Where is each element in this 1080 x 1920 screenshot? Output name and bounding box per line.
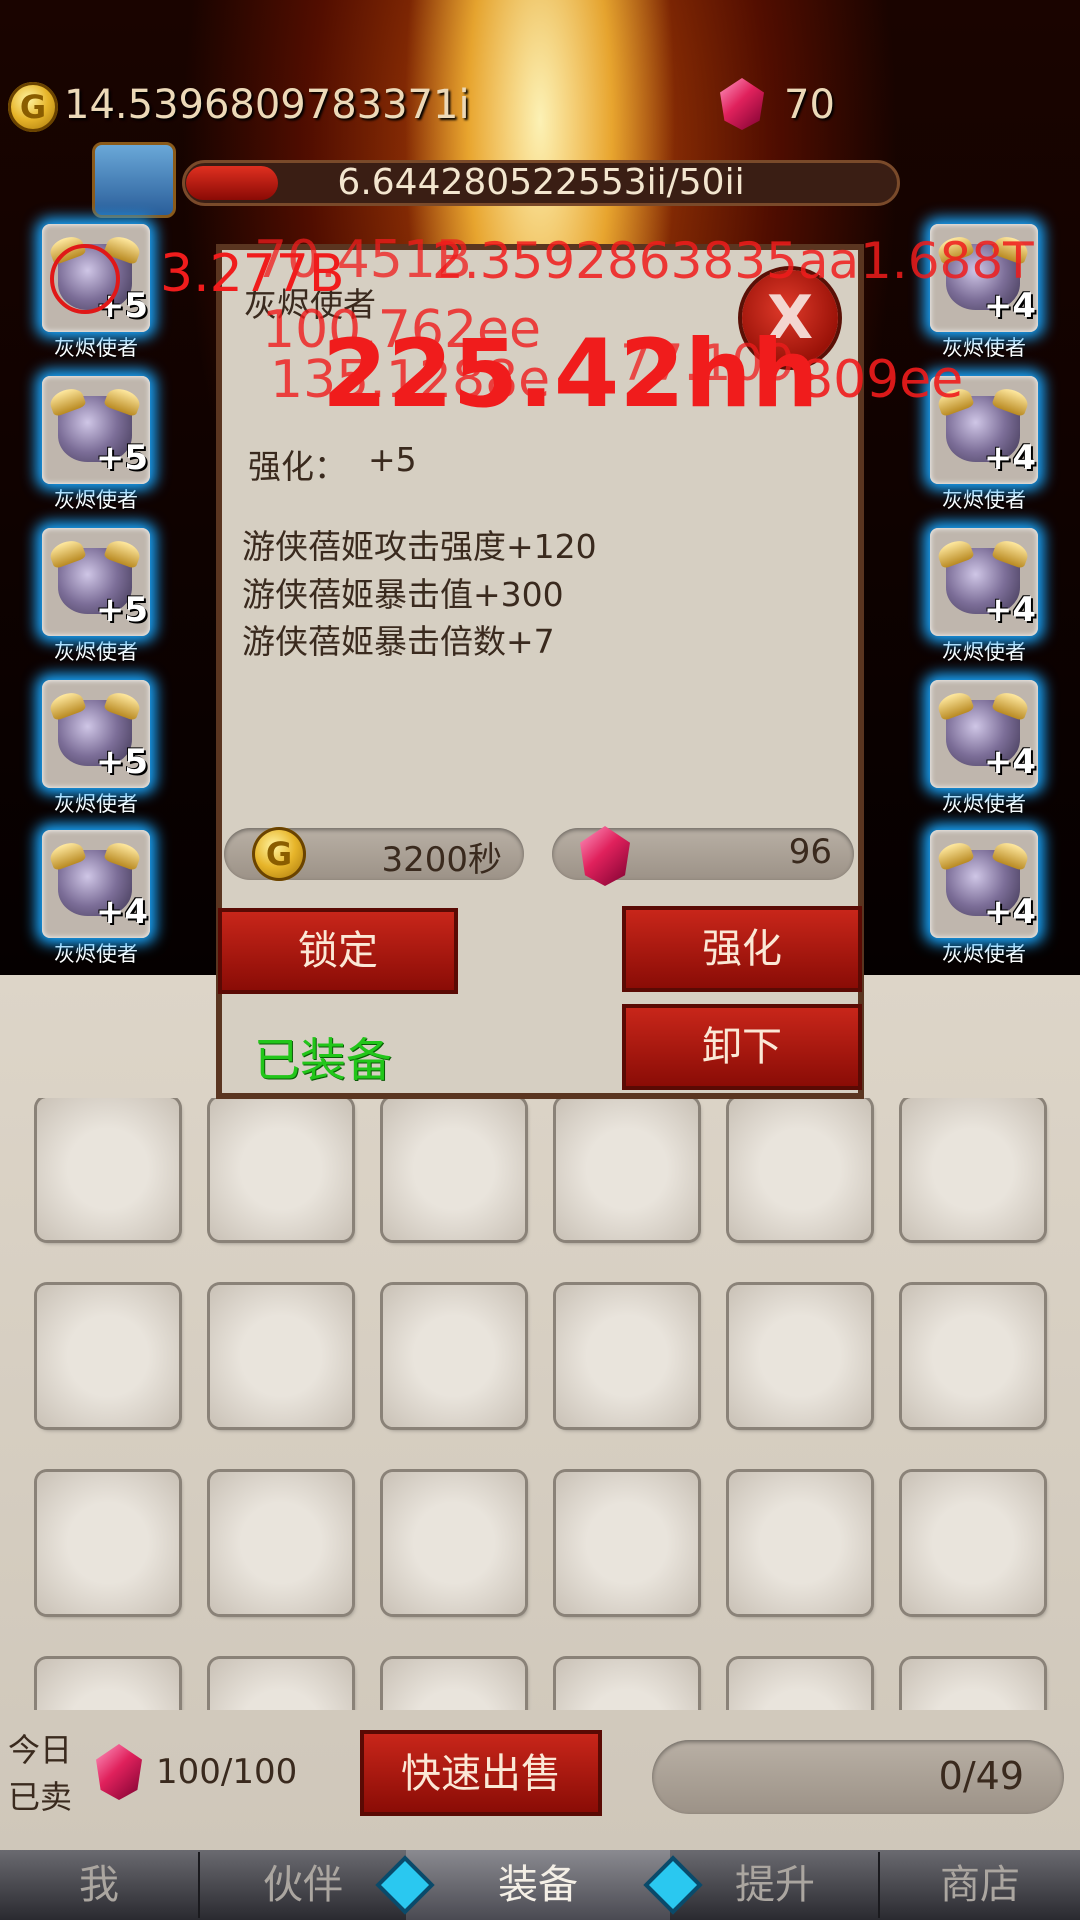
equip-slot-right-5[interactable]: +4 灰烬使者 bbox=[930, 830, 1049, 968]
inventory-cell[interactable] bbox=[556, 1659, 698, 1710]
inventory-cell[interactable] bbox=[210, 1659, 352, 1710]
slot-frame: +5 bbox=[42, 376, 150, 484]
item-stat: 游侠蓓姬暴击值+300 bbox=[242, 575, 564, 614]
inventory-cell[interactable] bbox=[902, 1285, 1044, 1427]
inventory-cell[interactable] bbox=[37, 1098, 179, 1240]
inventory-cell[interactable] bbox=[37, 1472, 179, 1614]
tab-equipment[interactable]: 装备 bbox=[406, 1850, 670, 1920]
slot-name: 灰烬使者 bbox=[942, 942, 1026, 966]
gold-coin-icon: G bbox=[8, 82, 58, 132]
sold-count: 100/100 bbox=[156, 1752, 298, 1792]
slot-name: 灰烬使者 bbox=[54, 336, 138, 360]
equip-slot-left-5[interactable]: +4 灰烬使者 bbox=[42, 830, 161, 968]
inventory-cell[interactable] bbox=[383, 1285, 525, 1427]
upgrade-button[interactable]: 强化 bbox=[622, 906, 862, 992]
inventory-cell[interactable] bbox=[729, 1285, 871, 1427]
enhance-level-label: 强化： bbox=[248, 447, 347, 486]
stage-progress-text: 6.644280522553ii/50ii bbox=[337, 162, 745, 203]
inventory-cell[interactable] bbox=[556, 1472, 698, 1614]
equip-slot-left-4[interactable]: +5 灰烬使者 bbox=[42, 680, 161, 818]
sold-today-label: 已卖 bbox=[8, 1778, 73, 1816]
slot-level: +4 bbox=[983, 286, 1036, 326]
damage-number: 809ee bbox=[800, 350, 964, 410]
slot-level: +4 bbox=[983, 742, 1036, 782]
inventory-cell[interactable] bbox=[383, 1472, 525, 1614]
slot-name: 灰烬使者 bbox=[942, 792, 1026, 816]
slot-name: 灰烬使者 bbox=[54, 792, 138, 816]
slot-level: +4 bbox=[983, 438, 1036, 478]
tab-shop[interactable]: 商店 bbox=[880, 1850, 1080, 1920]
tab-me[interactable]: 我 bbox=[0, 1850, 198, 1920]
unequip-button[interactable]: 卸下 bbox=[622, 1004, 862, 1090]
slot-name: 灰烬使者 bbox=[54, 640, 138, 664]
gold-coin-icon: G bbox=[252, 827, 306, 881]
slot-frame: +4 bbox=[42, 830, 150, 938]
treasure-chest-icon[interactable] bbox=[92, 142, 176, 218]
slot-frame: +5 bbox=[42, 680, 150, 788]
inventory-cell[interactable] bbox=[37, 1285, 179, 1427]
damage-number: 2.3592863835aa bbox=[432, 232, 860, 290]
equip-slot-left-2[interactable]: +5 灰烬使者 bbox=[42, 376, 161, 514]
enhance-level-value: +5 bbox=[368, 440, 417, 479]
item-stat: 游侠蓓姬暴击倍数+7 bbox=[242, 622, 555, 661]
target-reticle-icon bbox=[50, 244, 120, 314]
inventory-cell[interactable] bbox=[37, 1659, 179, 1710]
tab-partners[interactable]: 伙伴 bbox=[200, 1850, 406, 1920]
inventory-cell[interactable] bbox=[729, 1472, 871, 1614]
equip-slot-right-3[interactable]: +4 灰烬使者 bbox=[930, 528, 1049, 666]
inventory-cell[interactable] bbox=[902, 1659, 1044, 1710]
slot-frame: +5 bbox=[42, 528, 150, 636]
inventory-grid[interactable] bbox=[0, 1098, 1080, 1710]
inventory-cell[interactable] bbox=[210, 1285, 352, 1427]
gem-amount: 70 bbox=[784, 82, 835, 128]
slot-level: +4 bbox=[983, 892, 1036, 932]
tab-upgrade[interactable]: 提升 bbox=[672, 1850, 878, 1920]
inventory-cell[interactable] bbox=[556, 1098, 698, 1240]
inventory-cell[interactable] bbox=[383, 1659, 525, 1710]
gold-amount: 14.5396809783371i bbox=[64, 82, 470, 128]
slot-name: 灰烬使者 bbox=[942, 488, 1026, 512]
slot-level: +5 bbox=[95, 438, 148, 478]
lock-button[interactable]: 锁定 bbox=[218, 908, 458, 994]
sold-today-label: 今日 bbox=[8, 1731, 73, 1769]
inventory-cell[interactable] bbox=[729, 1098, 871, 1240]
inventory-cell[interactable] bbox=[383, 1098, 525, 1240]
inventory-cell[interactable] bbox=[729, 1659, 871, 1710]
slot-name: 灰烬使者 bbox=[54, 942, 138, 966]
slot-name: 灰烬使者 bbox=[942, 640, 1026, 664]
slot-level: +4 bbox=[983, 590, 1036, 630]
slot-frame: +4 bbox=[930, 528, 1038, 636]
slot-name: 灰烬使者 bbox=[54, 488, 138, 512]
slot-level: +5 bbox=[95, 590, 148, 630]
inventory-cell[interactable] bbox=[902, 1098, 1044, 1240]
inventory-cell[interactable] bbox=[210, 1098, 352, 1240]
equipped-status: 已装备 bbox=[254, 1033, 392, 1087]
slot-level: +4 bbox=[95, 892, 148, 932]
inventory-cell[interactable] bbox=[556, 1285, 698, 1427]
inventory-cell[interactable] bbox=[902, 1472, 1044, 1614]
slot-level: +5 bbox=[95, 742, 148, 782]
damage-number: 1.688T bbox=[860, 232, 1034, 290]
slot-frame: +4 bbox=[930, 680, 1038, 788]
item-stat: 游侠蓓姬攻击强度+120 bbox=[242, 527, 597, 566]
gem-cost: 96 bbox=[788, 832, 832, 872]
inventory-capacity: 0/49 bbox=[938, 1754, 1024, 1798]
slot-frame: +4 bbox=[930, 830, 1038, 938]
equip-slot-left-3[interactable]: +5 灰烬使者 bbox=[42, 528, 161, 666]
gold-cost: 3200秒 bbox=[381, 840, 502, 880]
damage-number-large: 225.42hh bbox=[322, 320, 819, 429]
equip-slot-right-4[interactable]: +4 灰烬使者 bbox=[930, 680, 1049, 818]
quick-sell-button[interactable]: 快速出售 bbox=[360, 1730, 602, 1816]
inventory-cell[interactable] bbox=[210, 1472, 352, 1614]
